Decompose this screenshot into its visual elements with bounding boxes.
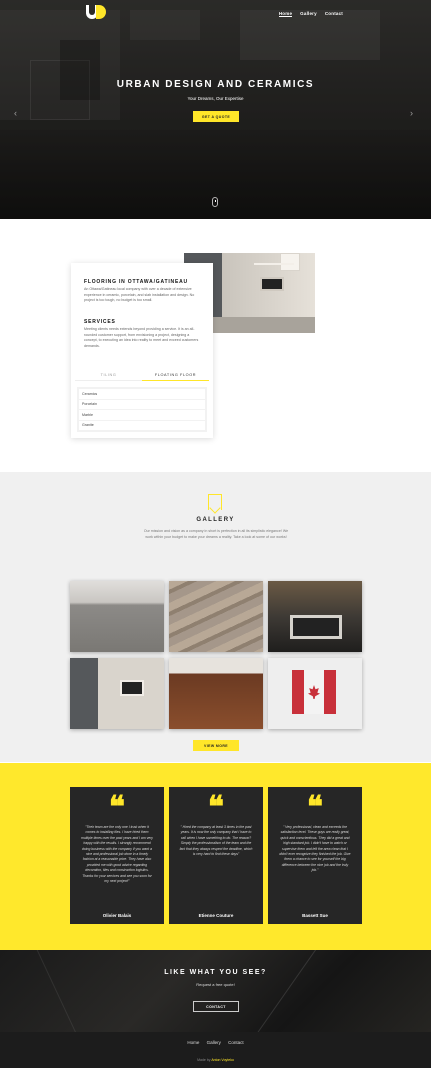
testimonial-card: ❝ " Very professional, clean and exceeds…	[268, 787, 362, 924]
hero-section: Home Gallery Contact URBAN DESIGN AND CE…	[0, 0, 431, 219]
credit-prefix: Made by	[197, 1058, 211, 1062]
testimonial-name: Olivier Balais	[102, 913, 132, 918]
slider-next-icon[interactable]: ›	[410, 108, 413, 118]
slider-prev-icon[interactable]: ‹	[14, 108, 17, 118]
image-shower	[290, 615, 342, 639]
gallery-image-1[interactable]	[70, 581, 164, 652]
tab-list: Ceramics Porcelain Marble Granite	[77, 387, 207, 432]
contact-button[interactable]: CONTACT	[193, 1001, 239, 1012]
bookmark-icon	[208, 494, 222, 510]
services-heading: SERVICES	[84, 319, 116, 325]
nav-contact[interactable]: Contact	[325, 11, 343, 17]
gallery-image-2[interactable]	[169, 581, 263, 652]
gallery-section: GALLERY Our mission and vision as a comp…	[0, 472, 431, 762]
footer-link-contact[interactable]: Contact	[228, 1040, 244, 1045]
cta-title: LIKE WHAT YOU SEE?	[164, 969, 267, 976]
list-item: Porcelain	[79, 399, 205, 409]
marble-vein	[34, 950, 87, 1032]
gallery-image-6[interactable]	[268, 658, 362, 729]
testimonial-name: Bassett Sue	[302, 913, 328, 918]
gallery-image-3[interactable]	[268, 581, 362, 652]
footer-credit: Made by Anton Voyteko	[0, 1058, 431, 1062]
logo-d	[96, 5, 106, 19]
footer-link-home[interactable]: Home	[187, 1040, 199, 1045]
image-fireplace	[120, 680, 144, 696]
list-item: Granite	[79, 420, 205, 430]
view-more-button[interactable]: VIEW MORE	[193, 740, 239, 751]
info-card: FLOORING IN OTTAWA/GATINEAU An Ottawa/Ga…	[71, 263, 213, 438]
photo-cabinet	[280, 253, 300, 271]
gallery-title: GALLERY	[196, 517, 235, 523]
get-quote-button[interactable]: GET A QUOTE	[193, 111, 239, 122]
testimonials-section: ❝ "Their team are the only one I trust w…	[0, 763, 431, 950]
testimonial-quote: "Their team are the only one I trust whe…	[81, 825, 153, 884]
list-item: Marble	[79, 410, 205, 420]
footer-link-gallery[interactable]: Gallery	[207, 1040, 221, 1045]
service-tabs: TILING FLOATING FLOOR	[75, 369, 209, 381]
gallery-image-5[interactable]	[169, 658, 263, 729]
tab-floating-floor[interactable]: FLOATING FLOOR	[142, 369, 209, 381]
tab-tiling[interactable]: TILING	[75, 369, 142, 381]
quote-icon: ❝	[207, 790, 225, 825]
footer-links: Home Gallery Contact	[0, 1040, 431, 1045]
photo-shelf	[254, 263, 294, 265]
main-nav: Home Gallery Contact	[278, 11, 343, 17]
nav-gallery[interactable]: Gallery	[300, 11, 317, 17]
list-item: Ceramics	[79, 389, 205, 399]
hero-title: URBAN DESIGN AND CERAMICS	[116, 79, 315, 90]
footer: Home Gallery Contact Made by Anton Voyte…	[0, 1032, 431, 1068]
cta-section: LIKE WHAT YOU SEE? Request a free quote!	[0, 950, 431, 1032]
cta-subtitle: Request a free quote!	[196, 982, 235, 987]
flooring-heading: FLOORING IN OTTAWA/GATINEAU	[84, 279, 188, 285]
services-text: Meeting clients needs extends beyond pro…	[84, 327, 199, 348]
scroll-down-icon[interactable]	[212, 197, 218, 207]
nav-home[interactable]: Home	[278, 11, 293, 17]
site-logo[interactable]	[86, 5, 106, 20]
quote-icon: ❝	[108, 790, 126, 825]
testimonial-name: Etienne Couture	[198, 913, 234, 918]
flooring-text: An Ottawa/Gatineau local company with ov…	[84, 287, 195, 303]
marble-vein	[239, 950, 322, 1032]
testimonial-card: ❝ "Their team are the only one I trust w…	[70, 787, 164, 924]
gallery-image-4[interactable]	[70, 658, 164, 729]
testimonial-quote: " Very professional, clean and exceeds t…	[279, 825, 351, 873]
quote-icon: ❝	[306, 790, 324, 825]
hero-subtitle: Your Dreams, Our Expertise	[187, 96, 244, 101]
testimonial-quote: " Hired the company at least 3 times in …	[179, 825, 253, 857]
testimonial-card: ❝ " Hired the company at least 3 times i…	[169, 787, 263, 924]
credit-author-link[interactable]: Anton Voyteko	[211, 1058, 234, 1062]
photo-fireplace	[260, 277, 284, 291]
hero-overlay	[0, 0, 431, 219]
gallery-text: Our mission and vision as a company in s…	[143, 529, 289, 539]
